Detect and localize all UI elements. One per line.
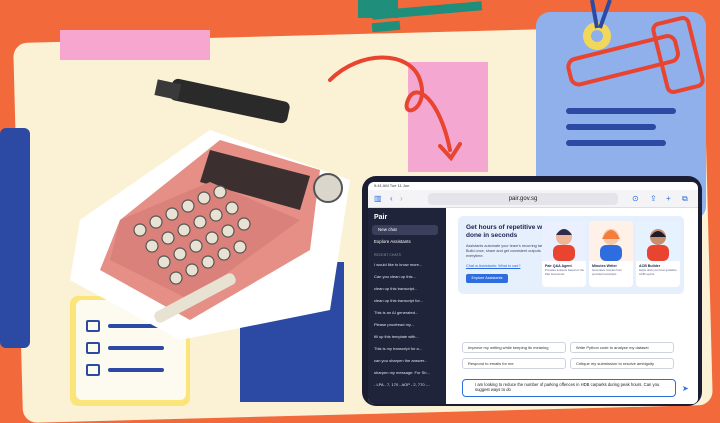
banner-subtext: Assistants automate your team's recurrin…	[466, 244, 548, 258]
new-chat-button[interactable]: New chat	[372, 225, 438, 235]
suggestion-chip[interactable]: Write Python code to analyse my dataset	[570, 342, 674, 353]
checkbox-icon	[86, 342, 100, 354]
new-tab-icon[interactable]: +	[666, 194, 671, 204]
chat-input-text: I am looking to reduce the number of par…	[475, 382, 660, 393]
main-panel: Get hours of repetitive work done in sec…	[446, 208, 698, 404]
assistant-card[interactable]: Minutes Writer Generates minutes from pr…	[589, 221, 633, 287]
app-logo: Pair	[374, 214, 388, 221]
download-icon[interactable]: ⊙	[632, 194, 639, 204]
history-item[interactable]: fill up this template with...	[374, 334, 442, 339]
checkbox-icon	[86, 364, 100, 376]
history-item[interactable]: can you sharpen the answer...	[374, 358, 442, 363]
decor-tag-line	[566, 140, 666, 146]
decor-blue-folder	[0, 128, 30, 348]
history-item[interactable]: clean up this transcript...	[374, 286, 442, 291]
suggestion-chip[interactable]: Respond to emails for me	[462, 358, 566, 369]
decor-pink-strip	[60, 30, 210, 60]
decor-teal-line-short	[371, 20, 401, 33]
checklist-line	[108, 368, 164, 372]
history-item[interactable]: This is an AI generated...	[374, 310, 442, 315]
explore-assistants-button[interactable]: Explore Assistants	[466, 274, 508, 283]
send-icon[interactable]: ➤	[682, 384, 689, 393]
explore-assistants-link[interactable]: Explore Assistants	[374, 239, 411, 244]
status-time: 9:41 AM	[374, 183, 389, 188]
new-chat-label: New chat	[378, 227, 397, 232]
address-bar[interactable]: pair.gov.sg	[428, 193, 618, 205]
browser-toolbar: ▥ ‹ › pair.gov.sg ⊙ ⇪ + ⧉	[368, 190, 698, 208]
sidebar-toggle-icon[interactable]: ▥	[374, 194, 382, 204]
checklist-line	[108, 346, 164, 350]
history-item[interactable]: clean up this transcript for...	[374, 298, 442, 303]
history-item[interactable]: Can you clean up this...	[374, 274, 442, 279]
assistant-illustration	[542, 221, 586, 261]
assistant-card-desc: Helps draft your best guideline ACB repo…	[639, 268, 677, 276]
suggestion-chip[interactable]: Critique my submission to resolve ambigu…	[570, 358, 674, 369]
history-item[interactable]: - LPA - 7, 170 - AOP - 2, 770 -...	[374, 382, 442, 387]
assistant-illustration	[636, 221, 680, 261]
url-text: pair.gov.sg	[508, 196, 538, 202]
chat-input[interactable]: I am looking to reduce the number of par…	[462, 379, 676, 397]
assistant-card-desc: Provides answers based on the Pair docum…	[545, 268, 585, 276]
status-date: Tue 11 Jun	[389, 183, 410, 188]
sidebar: Pair New chat Explore Assistants RECENT …	[368, 208, 446, 404]
history-item[interactable]: Please proofread my...	[374, 322, 442, 327]
history-item[interactable]: sharpen my message: For Sh...	[374, 370, 442, 375]
assistants-banner: Get hours of repetitive work done in sec…	[458, 216, 684, 294]
suggestion-chip[interactable]: Improve my writing while keeping its mea…	[462, 342, 566, 353]
recent-chats-label: RECENT CHATS	[374, 253, 401, 257]
assistant-card[interactable]: Pair Q&A Agent Provides answers based on…	[542, 221, 586, 287]
banner-help-link[interactable]: Chat w Assistants: What to use?	[466, 264, 520, 268]
assistant-card[interactable]: ACB Builder Helps draft your best guidel…	[636, 221, 680, 287]
binder-clip-illustration	[566, 0, 705, 95]
decor-tag-line	[566, 124, 656, 130]
tablet-screen: 9:41 AM Tue 11 Jun ▥ ‹ › pair.gov.sg ⊙ ⇪…	[368, 182, 698, 404]
history-item[interactable]: I would like to know more...	[374, 262, 442, 267]
tabs-icon[interactable]: ⧉	[682, 194, 688, 204]
back-icon[interactable]: ‹	[390, 194, 393, 204]
share-icon[interactable]: ⇪	[650, 194, 657, 204]
forward-icon[interactable]: ›	[400, 194, 403, 204]
status-bar: 9:41 AM Tue 11 Jun	[368, 182, 698, 190]
typewriter-image	[70, 78, 350, 340]
assistant-card-desc: Generates minutes from provided transcri…	[592, 268, 623, 276]
assistant-illustration	[589, 221, 633, 261]
history-item[interactable]: This is my transcript for a...	[374, 346, 442, 351]
